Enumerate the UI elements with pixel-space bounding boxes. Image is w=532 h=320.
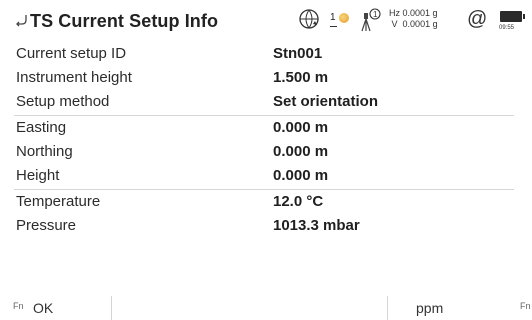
row-value: 1013.3 mbar	[273, 217, 360, 234]
row-value: 12.0 °C	[273, 193, 324, 210]
gnss-satellite-count: 1	[330, 12, 337, 27]
list-item-height: Height 0.000 m	[0, 164, 532, 188]
fn-left-button[interactable]: Fn	[13, 301, 24, 311]
ok-button-label: OK	[33, 300, 54, 316]
battery-icon	[500, 11, 525, 22]
row-label: Instrument height	[16, 69, 132, 86]
row-label: Height	[16, 167, 60, 184]
list-item-northing: Northing 0.000 m	[0, 140, 532, 164]
svg-text:1: 1	[373, 10, 378, 19]
row-label: Setup method	[16, 93, 110, 110]
softkey-bar: Fn OK ppm Fn	[0, 296, 532, 320]
setup-info-list: Current setup ID Stn001 Instrument heigh…	[0, 42, 532, 238]
title-bar: TS Current Setup Info 1 1 Hz 0.0001 g V …	[0, 0, 532, 42]
hz-label: Hz	[389, 8, 400, 18]
list-item-easting: Easting 0.000 m	[0, 116, 532, 140]
ok-button[interactable]: OK	[33, 296, 111, 320]
row-label: Current setup ID	[16, 45, 127, 62]
v-value: 0.0001 g	[402, 19, 438, 29]
ppm-button-label: ppm	[416, 300, 444, 316]
row-label: Northing	[16, 143, 73, 160]
ppm-button[interactable]: ppm	[387, 296, 504, 320]
row-label: Temperature	[16, 193, 101, 210]
back-icon[interactable]	[14, 12, 30, 28]
list-item-setup-id: Current setup ID Stn001	[0, 42, 532, 66]
at-icon[interactable]: @	[467, 8, 487, 31]
row-value: 0.000 m	[273, 167, 329, 184]
row-value: 1.500 m	[273, 69, 329, 86]
list-item-pressure: Pressure 1013.3 mbar	[0, 214, 532, 238]
list-item-temperature: Temperature 12.0 °C	[0, 190, 532, 214]
angle-readout: Hz 0.0001 g V 0.0001 g	[389, 8, 438, 30]
row-value: Set orientation	[273, 93, 379, 110]
clock-time: 09:55	[499, 25, 515, 31]
softkey-f2-button[interactable]	[111, 296, 250, 320]
row-label: Pressure	[16, 217, 77, 234]
instrument-icon[interactable]: 1	[358, 7, 382, 33]
row-value: 0.000 m	[273, 143, 329, 160]
v-label: V	[391, 19, 398, 29]
hz-value: 0.0001 g	[402, 8, 438, 18]
row-value: 0.000 m	[273, 119, 329, 136]
softkey-f3-button[interactable]	[249, 296, 387, 320]
satellite-icon	[339, 13, 349, 23]
list-item-instrument-height: Instrument height 1.500 m	[0, 66, 532, 90]
list-item-setup-method: Setup method Set orientation	[0, 90, 532, 114]
globe-icon[interactable]	[298, 7, 322, 31]
page-title: TS Current Setup Info	[30, 11, 219, 31]
row-value: Stn001	[273, 45, 323, 62]
fn-right-button[interactable]: Fn	[520, 301, 531, 311]
row-label: Easting	[16, 119, 67, 136]
